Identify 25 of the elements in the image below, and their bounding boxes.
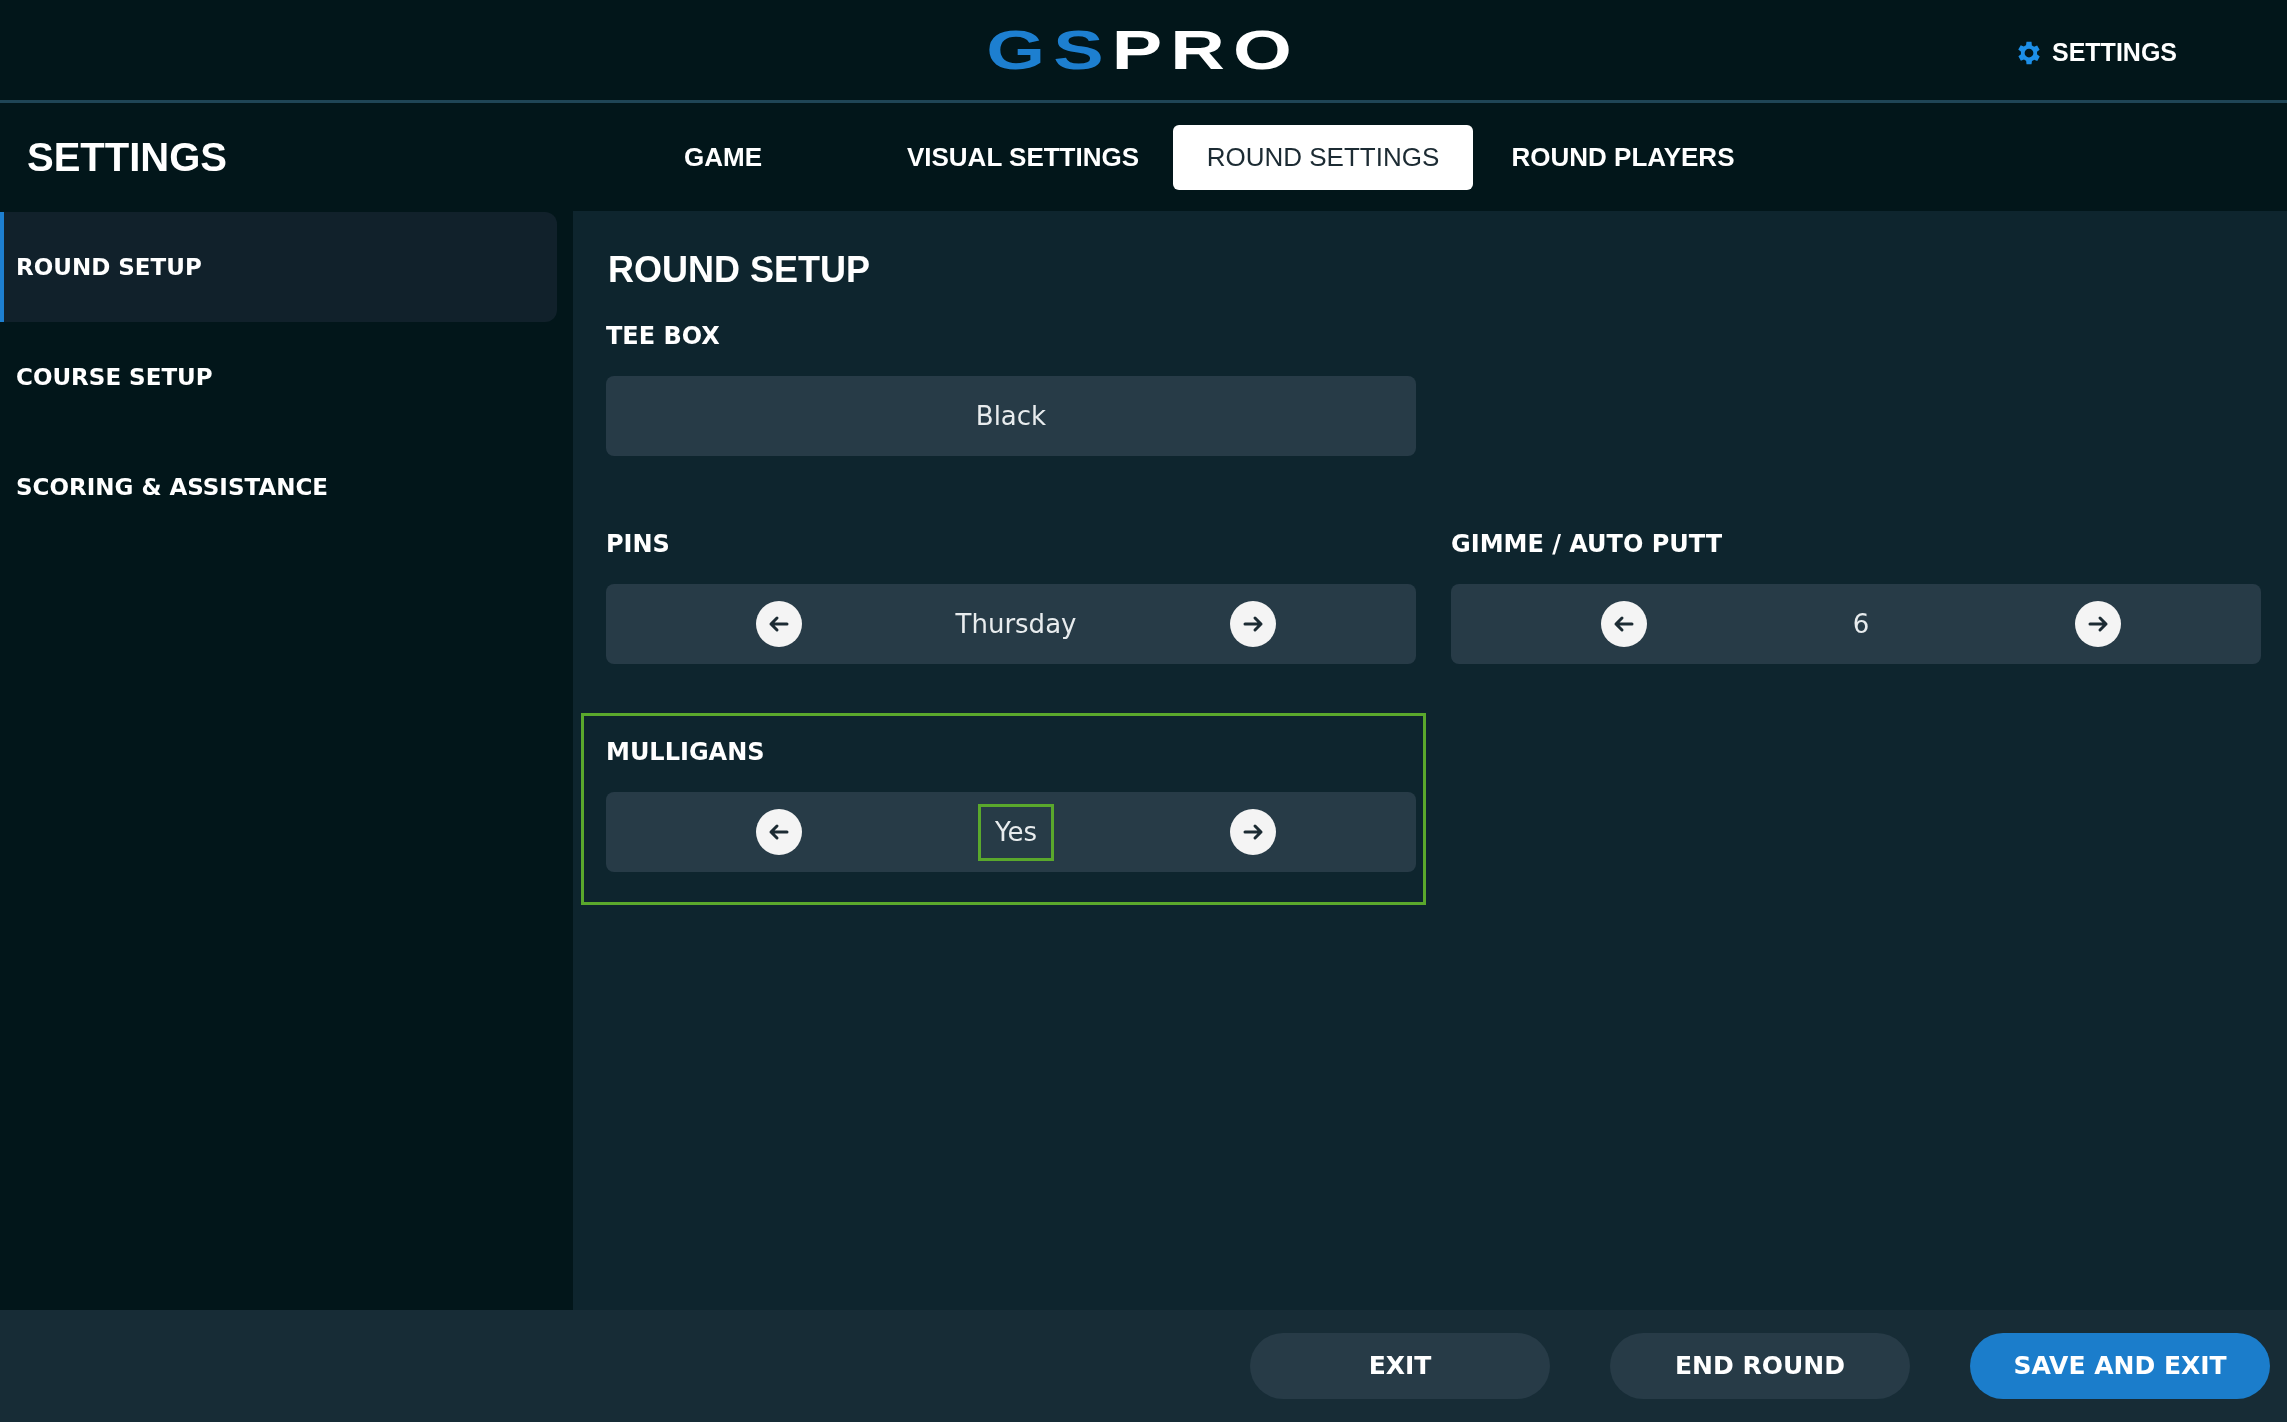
stepper-value: 6 (1851, 607, 1871, 641)
sidebar-item[interactable]: ROUND SETUP (0, 212, 557, 322)
tab[interactable]: ROUND PLAYERS (1473, 124, 1773, 190)
sidebar-item[interactable]: COURSE SETUP (0, 322, 557, 432)
logo: GS PRO (986, 22, 1301, 78)
stepper-field[interactable]: Yes (606, 792, 1416, 872)
field-label: MULLIGANS (606, 737, 766, 768)
section-title: ROUND SETUP (608, 248, 872, 292)
action-button[interactable]: EXIT (1250, 1333, 1550, 1399)
stepper-field[interactable]: Thursday (606, 584, 1416, 664)
action-button[interactable]: END ROUND (1610, 1333, 1910, 1399)
field-label: TEE BOX (606, 321, 721, 352)
stepper-value: Thursday (954, 607, 1078, 641)
tab[interactable]: ROUND SETTINGS (1173, 124, 1473, 190)
tab[interactable]: GAME (573, 124, 873, 190)
save-button[interactable]: SAVE AND EXIT (1970, 1333, 2270, 1399)
tab[interactable]: VISUAL SETTINGS (873, 124, 1173, 190)
field-label: PINS (606, 529, 671, 560)
field-label: GIMME / AUTO PUTT (1451, 529, 1724, 560)
page-title: SETTINGS (26, 134, 229, 181)
stepper-field[interactable]: 6 (1451, 584, 2261, 664)
stepper-value: Yes (978, 803, 1054, 861)
dropdown-field[interactable]: Black (606, 376, 1416, 456)
sidebar-item[interactable]: SCORING & ASSISTANCE (0, 432, 557, 542)
settings-link[interactable]: SETTINGS (2014, 34, 2177, 72)
